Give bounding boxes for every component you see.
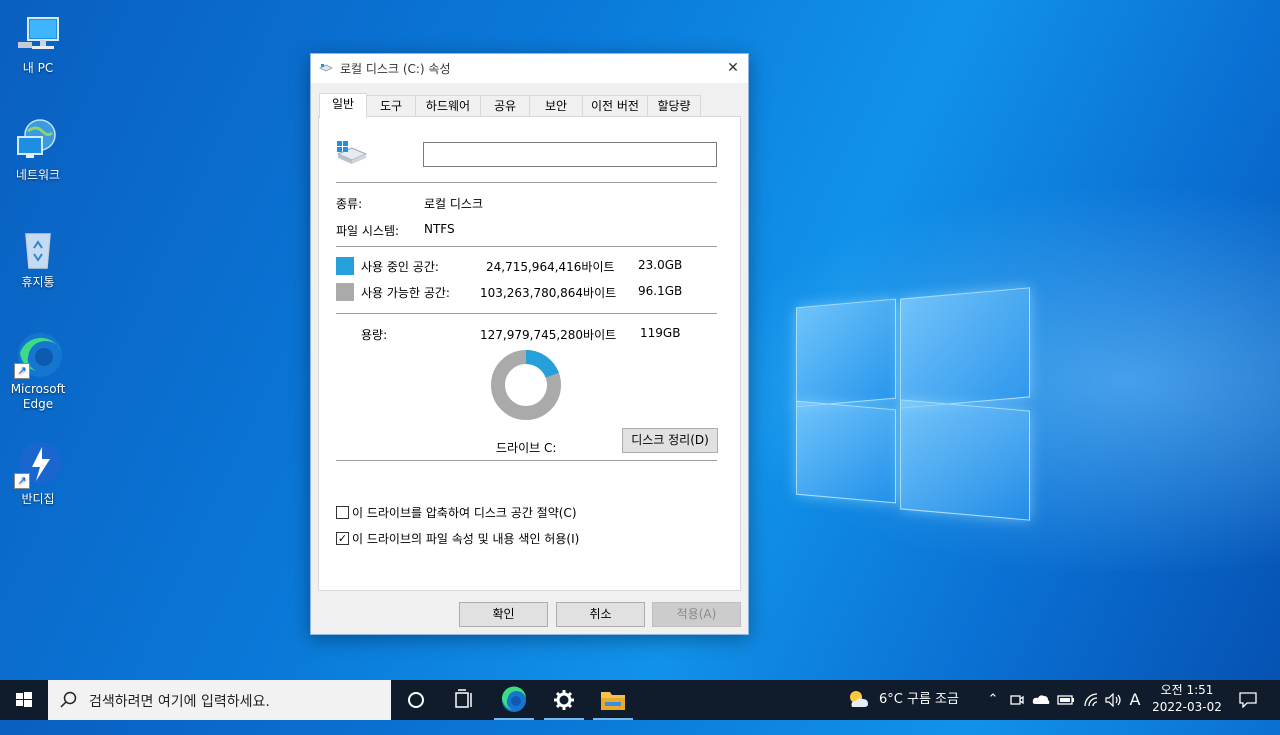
used-space-label: 사용 중인 공간: <box>361 260 439 274</box>
bandizip-icon: ↗ <box>14 441 62 489</box>
disk-usage-donut-chart <box>491 350 561 420</box>
search-icon <box>60 691 77 708</box>
desktop-icon-edge[interactable]: ↗ Microsoft Edge <box>0 331 76 412</box>
taskbar: 검색하려면 여기에 입력하세요. 6°C 구름 조금 ⌃ A 오전 1:51 2… <box>0 680 1280 720</box>
cancel-button[interactable]: 취소 <box>556 602 645 627</box>
taskbar-search-box[interactable]: 검색하려면 여기에 입력하세요. <box>48 680 391 720</box>
taskbar-file-explorer-app[interactable] <box>589 680 637 720</box>
index-drive-label[interactable]: 이 드라이브의 파일 속성 및 내용 색인 허용(I) <box>352 530 579 547</box>
clock-date: 2022-03-02 <box>1152 700 1222 714</box>
free-space-label: 사용 가능한 공간: <box>361 286 450 300</box>
chevron-up-icon: ⌃ <box>987 692 999 707</box>
windows-start-icon <box>16 692 32 707</box>
show-hidden-icons-button[interactable]: ⌃ <box>984 680 1002 720</box>
meet-now-tray-icon[interactable] <box>1008 680 1026 720</box>
task-view-button[interactable] <box>440 680 488 720</box>
desktop-icon-label: 내 PC <box>22 61 54 75</box>
desktop-icon-label: 휴지통 <box>21 275 55 289</box>
edge-icon: ↗ <box>14 331 62 379</box>
general-tab-panel: 종류: 로컬 디스크 파일 시스템: NTFS 사용 중인 공간: 24,715… <box>318 116 741 591</box>
cortana-button[interactable] <box>392 680 440 720</box>
gear-icon <box>554 690 574 710</box>
tab-tools[interactable]: 도구 <box>366 95 416 116</box>
computer-icon <box>14 10 62 58</box>
network-globe-icon <box>14 117 62 165</box>
tab-previous-versions[interactable]: 이전 버전 <box>582 95 648 116</box>
drive-name-input[interactable] <box>423 142 717 167</box>
desktop-icon-label: Microsoft Edge <box>10 382 66 411</box>
input-method-indicator[interactable]: A <box>1127 680 1143 720</box>
dialog-titlebar[interactable]: 로컬 디스크 (C:) 속성 ✕ <box>311 54 748 83</box>
tab-quota[interactable]: 할당량 <box>647 95 701 116</box>
apply-button[interactable]: 적용(A) <box>652 602 741 627</box>
desktop-icon-label: 네트워크 <box>15 168 61 182</box>
tab-general[interactable]: 일반 <box>319 93 367 118</box>
desktop-icon-recycle-bin[interactable]: 휴지통 <box>0 224 76 290</box>
free-space-bytes: 103,263,780,864바이트 <box>480 286 617 300</box>
index-drive-checkbox[interactable]: ✓ <box>336 532 349 545</box>
separator <box>336 246 717 247</box>
compress-drive-checkbox[interactable] <box>336 506 349 519</box>
dialog-title: 로컬 디스크 (C:) 속성 <box>340 62 451 76</box>
filesystem-label: 파일 시스템: <box>336 224 400 238</box>
desktop-icon-network[interactable]: 네트워크 <box>0 117 76 183</box>
desktop-icon-label: 반디집 <box>21 492 55 506</box>
separator <box>336 313 717 314</box>
partly-cloudy-icon <box>850 691 868 707</box>
compress-drive-label[interactable]: 이 드라이브를 압축하여 디스크 공간 절약(C) <box>352 504 577 521</box>
folder-icon <box>601 692 625 710</box>
type-label: 종류: <box>336 197 363 211</box>
free-space-swatch <box>336 283 354 301</box>
capacity-label: 용량: <box>361 328 388 342</box>
network-tray-icon[interactable] <box>1081 680 1101 720</box>
free-space-size: 96.1GB <box>638 284 683 298</box>
drive-label: 드라이브 C: <box>496 441 557 455</box>
recycle-bin-icon <box>14 224 62 272</box>
cortana-circle-icon <box>408 692 424 708</box>
type-value: 로컬 디스크 <box>424 197 484 211</box>
capacity-bytes: 127,979,745,280바이트 <box>480 328 617 342</box>
wifi-icon <box>1084 693 1098 707</box>
weather-text: 6°C 구름 조금 <box>879 692 959 707</box>
clock-time: 오전 1:51 <box>1160 683 1214 697</box>
windows-logo-wallpaper <box>796 283 1030 521</box>
used-space-swatch <box>336 257 354 275</box>
task-view-icon <box>455 689 472 708</box>
battery-tray-icon[interactable] <box>1055 680 1077 720</box>
shortcut-arrow-icon: ↗ <box>14 363 30 379</box>
tab-sharing[interactable]: 공유 <box>480 95 530 116</box>
filesystem-value: NTFS <box>424 222 455 236</box>
desktop-icon-my-pc[interactable]: 내 PC <box>0 10 76 76</box>
taskbar-clock[interactable]: 오전 1:51 2022-03-02 <box>1144 682 1230 716</box>
tab-hardware[interactable]: 하드웨어 <box>415 95 481 116</box>
capacity-size: 119GB <box>640 326 681 340</box>
desktop-icon-bandizip[interactable]: ↗ 반디집 <box>0 441 76 507</box>
separator <box>336 182 717 183</box>
volume-tray-icon[interactable] <box>1103 680 1123 720</box>
taskbar-settings-app[interactable] <box>540 680 588 720</box>
start-button[interactable] <box>0 680 48 720</box>
local-disk-icon <box>336 141 368 164</box>
close-button[interactable]: ✕ <box>718 54 748 83</box>
ok-button[interactable]: 확인 <box>459 602 548 627</box>
edge-icon <box>501 686 526 712</box>
used-space-bytes: 24,715,964,416바이트 <box>486 260 615 274</box>
camera-icon <box>1010 695 1024 705</box>
close-icon: ✕ <box>727 60 739 76</box>
onedrive-tray-icon[interactable] <box>1030 680 1052 720</box>
cloud-icon <box>1032 695 1050 704</box>
search-placeholder: 검색하려면 여기에 입력하세요. <box>89 694 270 710</box>
notification-icon <box>1239 692 1257 708</box>
shortcut-arrow-icon: ↗ <box>14 473 30 489</box>
used-space-size: 23.0GB <box>638 258 683 272</box>
tab-security[interactable]: 보안 <box>529 95 583 116</box>
speaker-icon <box>1105 693 1121 707</box>
taskbar-edge-app[interactable] <box>490 680 538 720</box>
disk-cleanup-button[interactable]: 디스크 정리(D) <box>622 428 718 453</box>
notification-center-button[interactable] <box>1230 680 1266 720</box>
drive-properties-dialog: 로컬 디스크 (C:) 속성 ✕ 일반 도구 하드웨어 공유 보안 이전 버전 … <box>310 53 749 635</box>
battery-icon <box>1057 695 1074 705</box>
drive-icon <box>319 64 333 72</box>
separator <box>336 460 717 461</box>
